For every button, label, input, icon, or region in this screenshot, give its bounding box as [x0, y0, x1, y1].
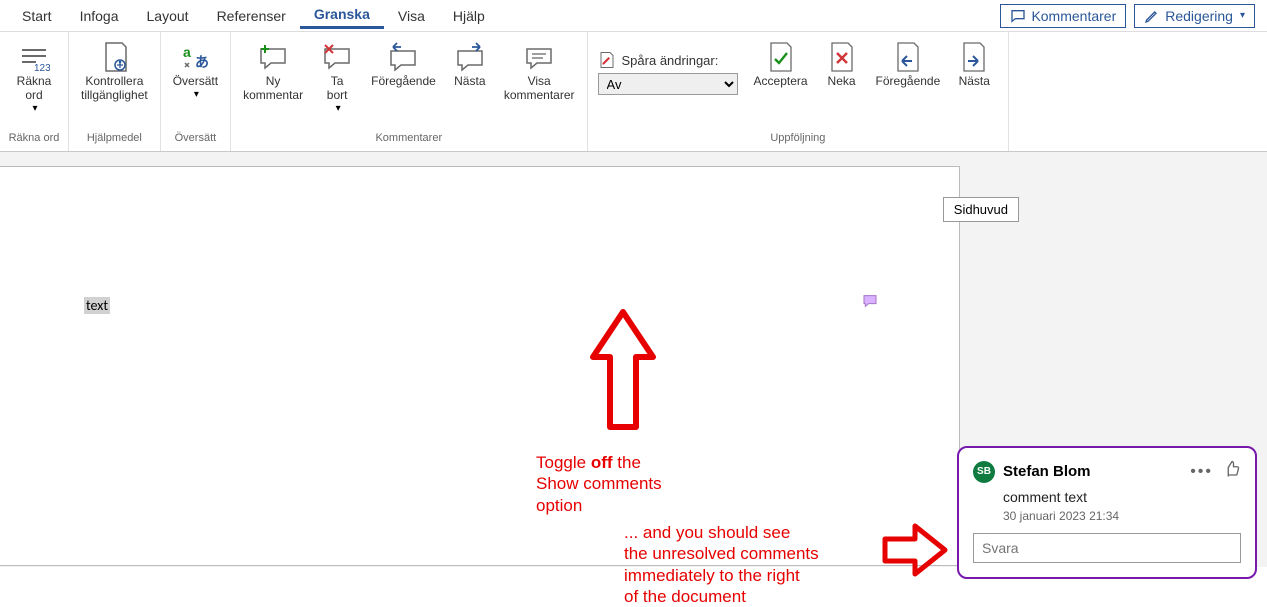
next-comment-button[interactable]: Nästa — [442, 35, 498, 93]
accessibility-button[interactable]: Kontrollera tillgänglighet — [75, 35, 154, 107]
new-comment-icon — [257, 41, 289, 73]
like-icon[interactable] — [1223, 460, 1241, 483]
chevron-down-icon: ▾ — [336, 103, 341, 114]
accessibility-icon — [98, 41, 130, 73]
document-page[interactable]: Sidhuvud text — [0, 166, 960, 566]
document-text[interactable]: text — [84, 297, 110, 314]
chevron-down-icon: ▾ — [194, 89, 199, 100]
svg-text:123: 123 — [34, 63, 50, 73]
tab-start[interactable]: Start — [8, 4, 66, 28]
group-translate: aあ Översätt ▾ Översätt — [161, 32, 231, 151]
annotation-toggle: Toggle off the Show comments option — [536, 452, 662, 516]
tab-granska[interactable]: Granska — [300, 2, 384, 29]
annotation-arrow-right — [880, 522, 950, 578]
translate-button[interactable]: aあ Översätt ▾ — [167, 35, 224, 104]
accept-button[interactable]: Acceptera — [748, 35, 814, 93]
comment-date: 30 januari 2023 21:34 — [1003, 509, 1241, 523]
new-comment-button[interactable]: Ny kommentar — [237, 35, 309, 107]
avatar: SB — [973, 461, 995, 483]
document-area: Sidhuvud text Toggle off the Show commen… — [0, 152, 1267, 567]
prev-change-button[interactable]: Föregående — [870, 35, 947, 93]
comments-button[interactable]: Kommentarer — [1000, 4, 1126, 28]
reply-input[interactable] — [973, 533, 1241, 563]
next-change-button[interactable]: Nästa — [946, 35, 1002, 93]
wordcount-icon: 123 — [18, 41, 50, 73]
prev-comment-icon — [387, 41, 419, 73]
next-change-icon — [958, 41, 990, 73]
group-tracking: Spåra ändringar: Av Acceptera Neka Föreg… — [588, 32, 1010, 151]
annotation-arrow-up — [588, 307, 658, 437]
translate-icon: aあ — [179, 41, 211, 73]
show-comments-icon — [523, 41, 555, 73]
tab-visa[interactable]: Visa — [384, 4, 439, 28]
accept-icon — [765, 41, 797, 73]
header-tag[interactable]: Sidhuvud — [943, 197, 1019, 222]
svg-text:a: a — [183, 44, 191, 60]
track-changes-select[interactable]: Av — [598, 73, 738, 95]
svg-text:あ: あ — [195, 54, 209, 70]
prev-change-icon — [892, 41, 924, 73]
comment-author: Stefan Blom — [1003, 463, 1182, 480]
ribbon-tabs: Start Infoga Layout Referenser Granska V… — [0, 0, 1267, 32]
editing-mode-button[interactable]: Redigering ▾ — [1134, 4, 1255, 28]
comment-text: comment text — [1003, 489, 1241, 505]
comment-icon — [1010, 8, 1026, 24]
group-accessibility: Kontrollera tillgänglighet Hjälpmedel — [69, 32, 161, 151]
track-changes-icon — [598, 51, 616, 69]
show-comments-button[interactable]: Visa kommentarer — [498, 35, 581, 107]
tab-layout[interactable]: Layout — [133, 4, 203, 28]
reject-icon — [826, 41, 858, 73]
ribbon: 123 Räkna ord ▾ Räkna ord Kontrollera ti… — [0, 32, 1267, 152]
prev-comment-button[interactable]: Föregående — [365, 35, 442, 93]
annotation-see: ... and you should see the unresolved co… — [624, 522, 819, 607]
chevron-down-icon: ▾ — [1240, 10, 1245, 21]
group-comments: Ny kommentar Ta bort ▾ Föregående Nästa … — [231, 32, 587, 151]
wordcount-button[interactable]: 123 Räkna ord ▾ — [6, 35, 62, 118]
tab-referenser[interactable]: Referenser — [203, 4, 300, 28]
delete-comment-icon — [321, 41, 353, 73]
track-changes-label: Spåra ändringar: — [622, 53, 719, 68]
chevron-down-icon: ▾ — [32, 103, 37, 114]
group-wordcount: 123 Räkna ord ▾ Räkna ord — [0, 32, 69, 151]
comment-card[interactable]: SB Stefan Blom ••• comment text 30 janua… — [957, 446, 1257, 579]
next-comment-icon — [454, 41, 486, 73]
more-icon[interactable]: ••• — [1190, 463, 1213, 481]
delete-comment-button[interactable]: Ta bort ▾ — [309, 35, 365, 118]
comment-marker-icon[interactable] — [862, 293, 878, 314]
tab-help[interactable]: Hjälp — [439, 4, 499, 28]
pencil-icon — [1144, 8, 1160, 24]
reject-button[interactable]: Neka — [814, 35, 870, 93]
tab-infoga[interactable]: Infoga — [66, 4, 133, 28]
